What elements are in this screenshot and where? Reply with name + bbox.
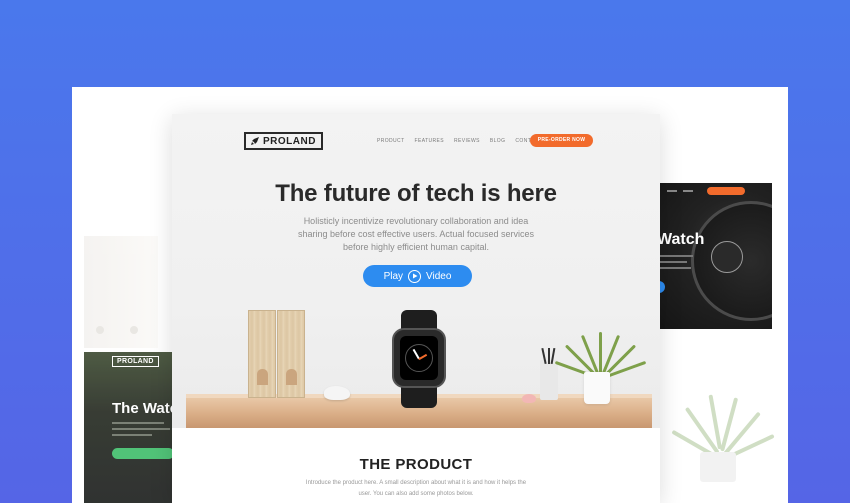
wood-box-image bbox=[84, 236, 158, 348]
plant-pot bbox=[584, 372, 610, 404]
shell-decor bbox=[522, 394, 536, 403]
hero-headline: The future of tech is here bbox=[275, 180, 557, 207]
video-label: Video bbox=[426, 270, 452, 282]
smartwatch-image bbox=[392, 328, 446, 388]
watch-dial bbox=[711, 241, 743, 273]
play-label: Play bbox=[383, 270, 404, 282]
play-video-button[interactable]: Play Video bbox=[363, 265, 472, 287]
hero-subtext: Holisticly incentivize revolutionary col… bbox=[298, 216, 534, 252]
rocket-icon bbox=[251, 137, 259, 145]
right-preview: Watch bbox=[657, 183, 772, 329]
plant-image bbox=[662, 378, 782, 488]
wooden-boxes-image bbox=[248, 310, 306, 398]
text-line bbox=[112, 434, 152, 436]
nav-item-blog[interactable]: BLOG bbox=[490, 138, 506, 144]
watch-screen bbox=[400, 336, 438, 380]
logo-text: PROLAND bbox=[263, 135, 316, 147]
nav-item bbox=[667, 190, 677, 192]
text-line bbox=[657, 267, 691, 269]
text-line bbox=[657, 261, 687, 263]
product-description: Introduce the product here. A small desc… bbox=[305, 480, 527, 497]
right-title: Watch bbox=[657, 231, 705, 248]
pen-holder bbox=[540, 347, 558, 400]
right-preorder-button[interactable] bbox=[707, 187, 745, 195]
left-preview: PROLAND The Watch bbox=[84, 236, 176, 503]
left-title: The Watch bbox=[112, 400, 176, 417]
bird-figurine bbox=[324, 386, 350, 400]
product-section-title: THE PRODUCT bbox=[359, 456, 473, 473]
hero-section: PROLAND PRODUCT FEATURES REVIEWS BLOG CO… bbox=[172, 114, 660, 428]
play-icon bbox=[408, 269, 422, 283]
text-line bbox=[112, 428, 170, 430]
landing-page: PROLAND PRODUCT FEATURES REVIEWS BLOG CO… bbox=[172, 114, 660, 503]
left-cta-button[interactable] bbox=[112, 448, 174, 459]
text-line bbox=[112, 422, 164, 424]
left-hero: PROLAND The Watch bbox=[84, 352, 176, 503]
main-nav: PRODUCT FEATURES REVIEWS BLOG CONTACT bbox=[377, 138, 542, 144]
nav-item-product[interactable]: PRODUCT bbox=[377, 138, 405, 144]
text-line bbox=[657, 255, 693, 257]
nav-item bbox=[683, 190, 693, 192]
potted-plant-image bbox=[554, 312, 647, 380]
nav-item-features[interactable]: FEATURES bbox=[415, 138, 445, 144]
left-logo: PROLAND bbox=[112, 356, 159, 367]
preorder-button[interactable]: PRE-ORDER NOW bbox=[530, 134, 593, 147]
nav-item-reviews[interactable]: REVIEWS bbox=[454, 138, 480, 144]
logo[interactable]: PROLAND bbox=[244, 132, 323, 150]
